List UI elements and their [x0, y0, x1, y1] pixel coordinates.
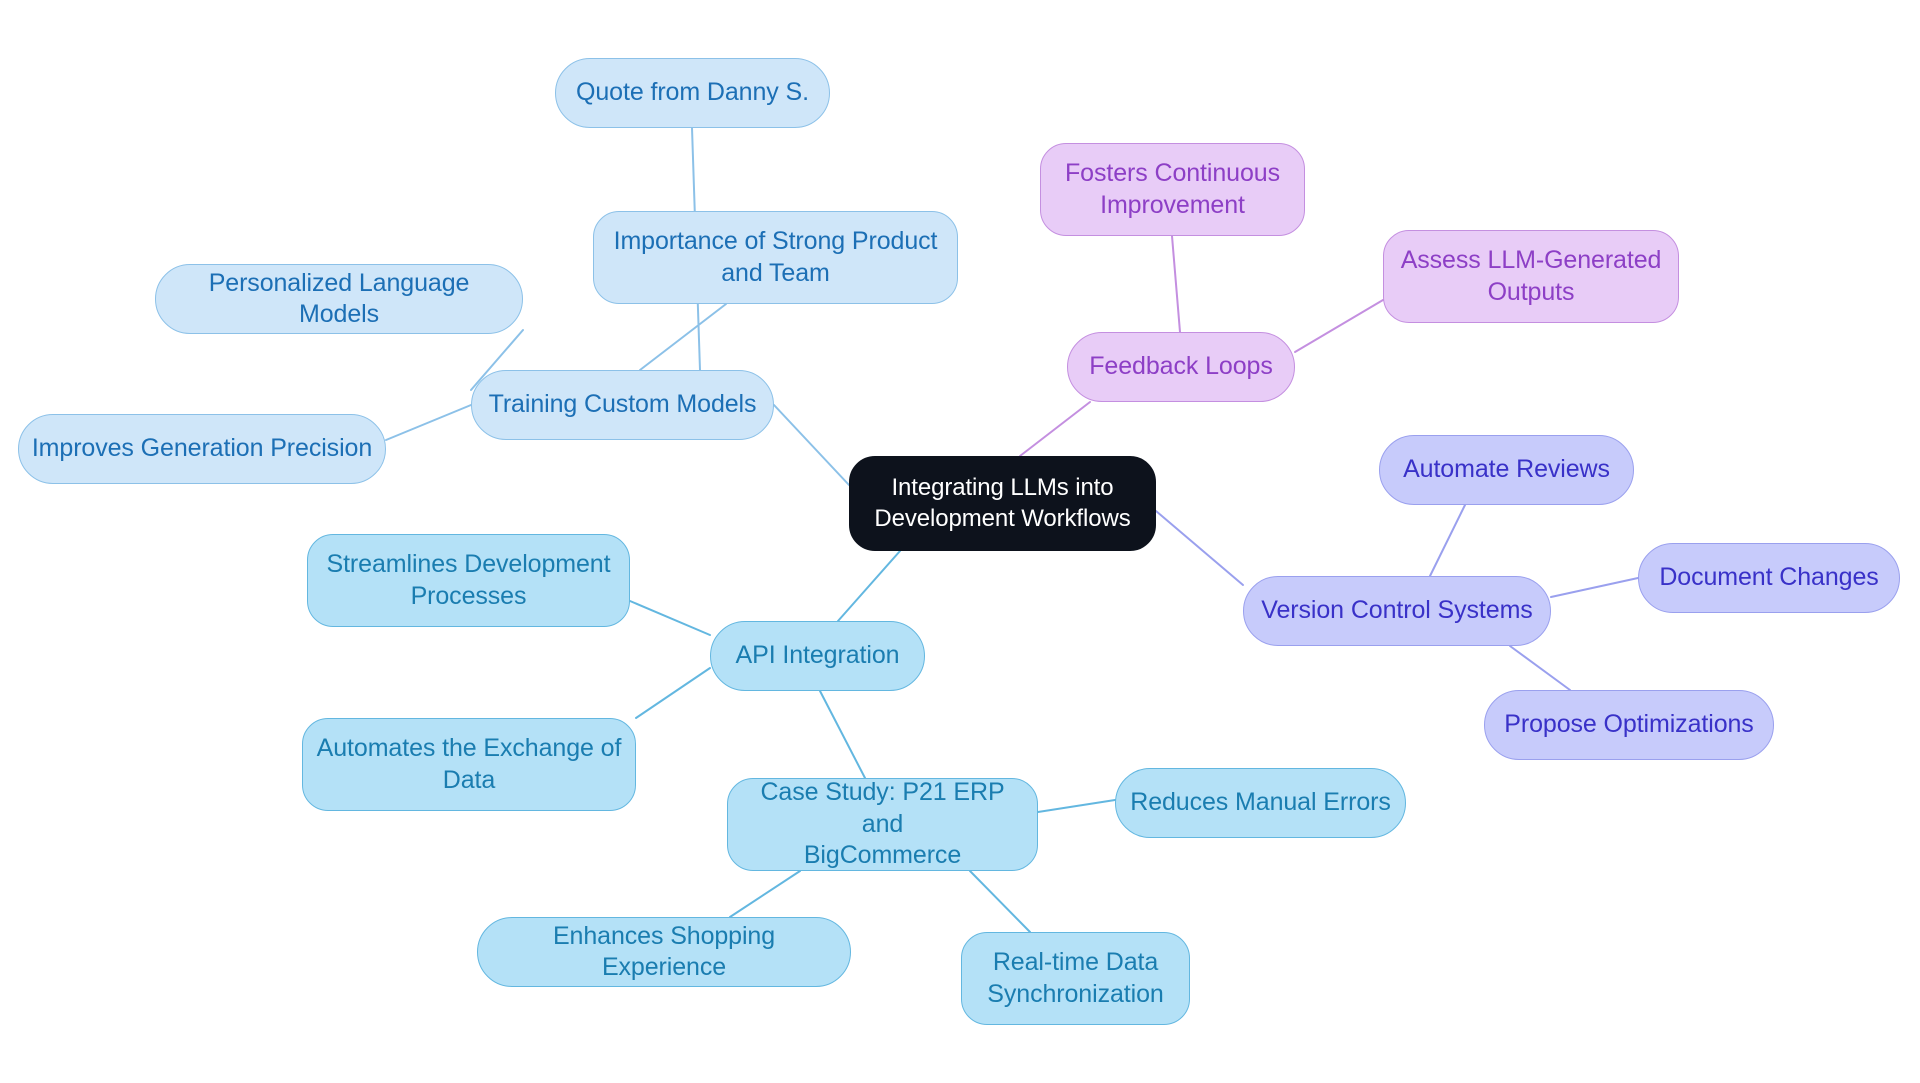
mind-map-node-case-study-p21-erp-bigcommerce[interactable]: Case Study: P21 ERP and BigCommerce [727, 778, 1038, 871]
mind-map-canvas: Integrating LLMs into Development Workfl… [0, 0, 1920, 1083]
mind-map-edge-feedback-loops-to-assess-llm-generated-outputs [1294, 299, 1384, 353]
mind-map-edge-root-to-training-custom-models [773, 404, 850, 486]
mind-map-edge-api-integration-to-streamlines-development-processes [629, 600, 711, 636]
mind-map-edge-root-to-feedback-loops [1019, 401, 1091, 457]
mind-map-node-feedback-loops[interactable]: Feedback Loops [1067, 332, 1295, 402]
mind-map-node-fosters-continuous-improvement[interactable]: Fosters Continuous Improvement [1040, 143, 1305, 236]
mind-map-node-training-custom-models[interactable]: Training Custom Models [471, 370, 774, 440]
mind-map-node-automate-reviews[interactable]: Automate Reviews [1379, 435, 1634, 505]
mind-map-node-personalized-language-models[interactable]: Personalized Language Models [155, 264, 523, 334]
mind-map-node-api-integration[interactable]: API Integration [710, 621, 925, 691]
mind-map-edge-version-control-systems-to-propose-optimizations [1509, 645, 1571, 691]
mind-map-node-improves-generation-precision[interactable]: Improves Generation Precision [18, 414, 386, 484]
mind-map-edge-api-integration-to-case-study-p21-erp-bigcommerce [819, 690, 866, 779]
mind-map-node-propose-optimizations[interactable]: Propose Optimizations [1484, 690, 1774, 760]
mind-map-node-reduces-manual-errors[interactable]: Reduces Manual Errors [1115, 768, 1406, 838]
mind-map-edge-case-study-p21-erp-bigcommerce-to-reduces-manual-errors [1037, 799, 1116, 813]
mind-map-node-quote-danny-s[interactable]: Quote from Danny S. [555, 58, 830, 128]
mind-map-node-document-changes[interactable]: Document Changes [1638, 543, 1900, 613]
mind-map-node-automates-exchange-of-data[interactable]: Automates the Exchange of Data [302, 718, 636, 811]
mind-map-node-version-control-systems[interactable]: Version Control Systems [1243, 576, 1551, 646]
mind-map-node-importance-strong-product-team[interactable]: Importance of Strong Product and Team [593, 211, 958, 304]
mind-map-edge-case-study-p21-erp-bigcommerce-to-enhances-shopping-experience [729, 870, 801, 918]
mind-map-edge-root-to-api-integration [837, 550, 901, 622]
mind-map-edge-case-study-p21-erp-bigcommerce-to-real-time-data-synchronization [969, 870, 1031, 933]
mind-map-root-node-root[interactable]: Integrating LLMs into Development Workfl… [849, 456, 1156, 551]
mind-map-edge-feedback-loops-to-fosters-continuous-improvement [1171, 235, 1181, 333]
mind-map-edge-training-custom-models-to-improves-generation-precision [385, 404, 472, 441]
mind-map-node-enhances-shopping-experience[interactable]: Enhances Shopping Experience [477, 917, 851, 987]
mind-map-edge-api-integration-to-automates-exchange-of-data [635, 667, 711, 719]
mind-map-node-real-time-data-synchronization[interactable]: Real-time Data Synchronization [961, 932, 1190, 1025]
mind-map-edge-training-custom-models-to-importance-strong-product-team [639, 303, 727, 371]
mind-map-edge-version-control-systems-to-document-changes [1550, 577, 1639, 598]
mind-map-node-streamlines-development-processes[interactable]: Streamlines Development Processes [307, 534, 630, 627]
mind-map-edge-root-to-version-control-systems [1155, 510, 1244, 586]
mind-map-edge-version-control-systems-to-automate-reviews [1429, 504, 1466, 577]
mind-map-node-assess-llm-generated-outputs[interactable]: Assess LLM-Generated Outputs [1383, 230, 1679, 323]
